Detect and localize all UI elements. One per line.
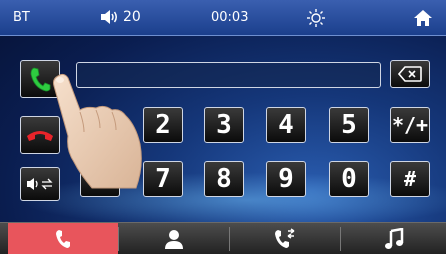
status-bar: BT 20 00:03 — [0, 0, 446, 36]
nav-dialpad-tab[interactable] — [8, 223, 118, 254]
bt-source-label: BT — [13, 10, 30, 25]
phone-icon — [55, 229, 71, 249]
key-9[interactable]: 9 — [266, 161, 306, 197]
key-3[interactable]: 3 — [204, 107, 244, 143]
music-note-icon — [384, 228, 404, 250]
sun-icon[interactable] — [306, 8, 326, 28]
backspace-icon — [398, 66, 422, 82]
volume-indicator[interactable]: 20 — [100, 9, 141, 25]
call-log-icon — [274, 228, 296, 250]
hand-image — [40, 70, 160, 190]
key-star-plus[interactable]: */+ — [390, 107, 430, 143]
key-hash[interactable]: # — [390, 161, 430, 197]
home-icon[interactable] — [413, 8, 433, 28]
key-0[interactable]: 0 — [329, 161, 369, 197]
clock: 00:03 — [211, 10, 249, 25]
key-5[interactable]: 5 — [329, 107, 369, 143]
bottom-nav — [0, 222, 446, 254]
phone-dialer-screen: BT 20 00:03 2 3 4 5 */+ 7 8 9 0 # — [0, 0, 446, 254]
volume-value: 20 — [123, 9, 141, 25]
contact-icon — [163, 228, 185, 250]
nav-music-tab[interactable] — [341, 223, 446, 254]
backspace-button[interactable] — [390, 60, 430, 88]
key-8[interactable]: 8 — [204, 161, 244, 197]
nav-contacts-tab[interactable] — [119, 223, 229, 254]
nav-call-log-tab[interactable] — [230, 223, 340, 254]
key-4[interactable]: 4 — [266, 107, 306, 143]
speaker-icon — [100, 9, 120, 25]
